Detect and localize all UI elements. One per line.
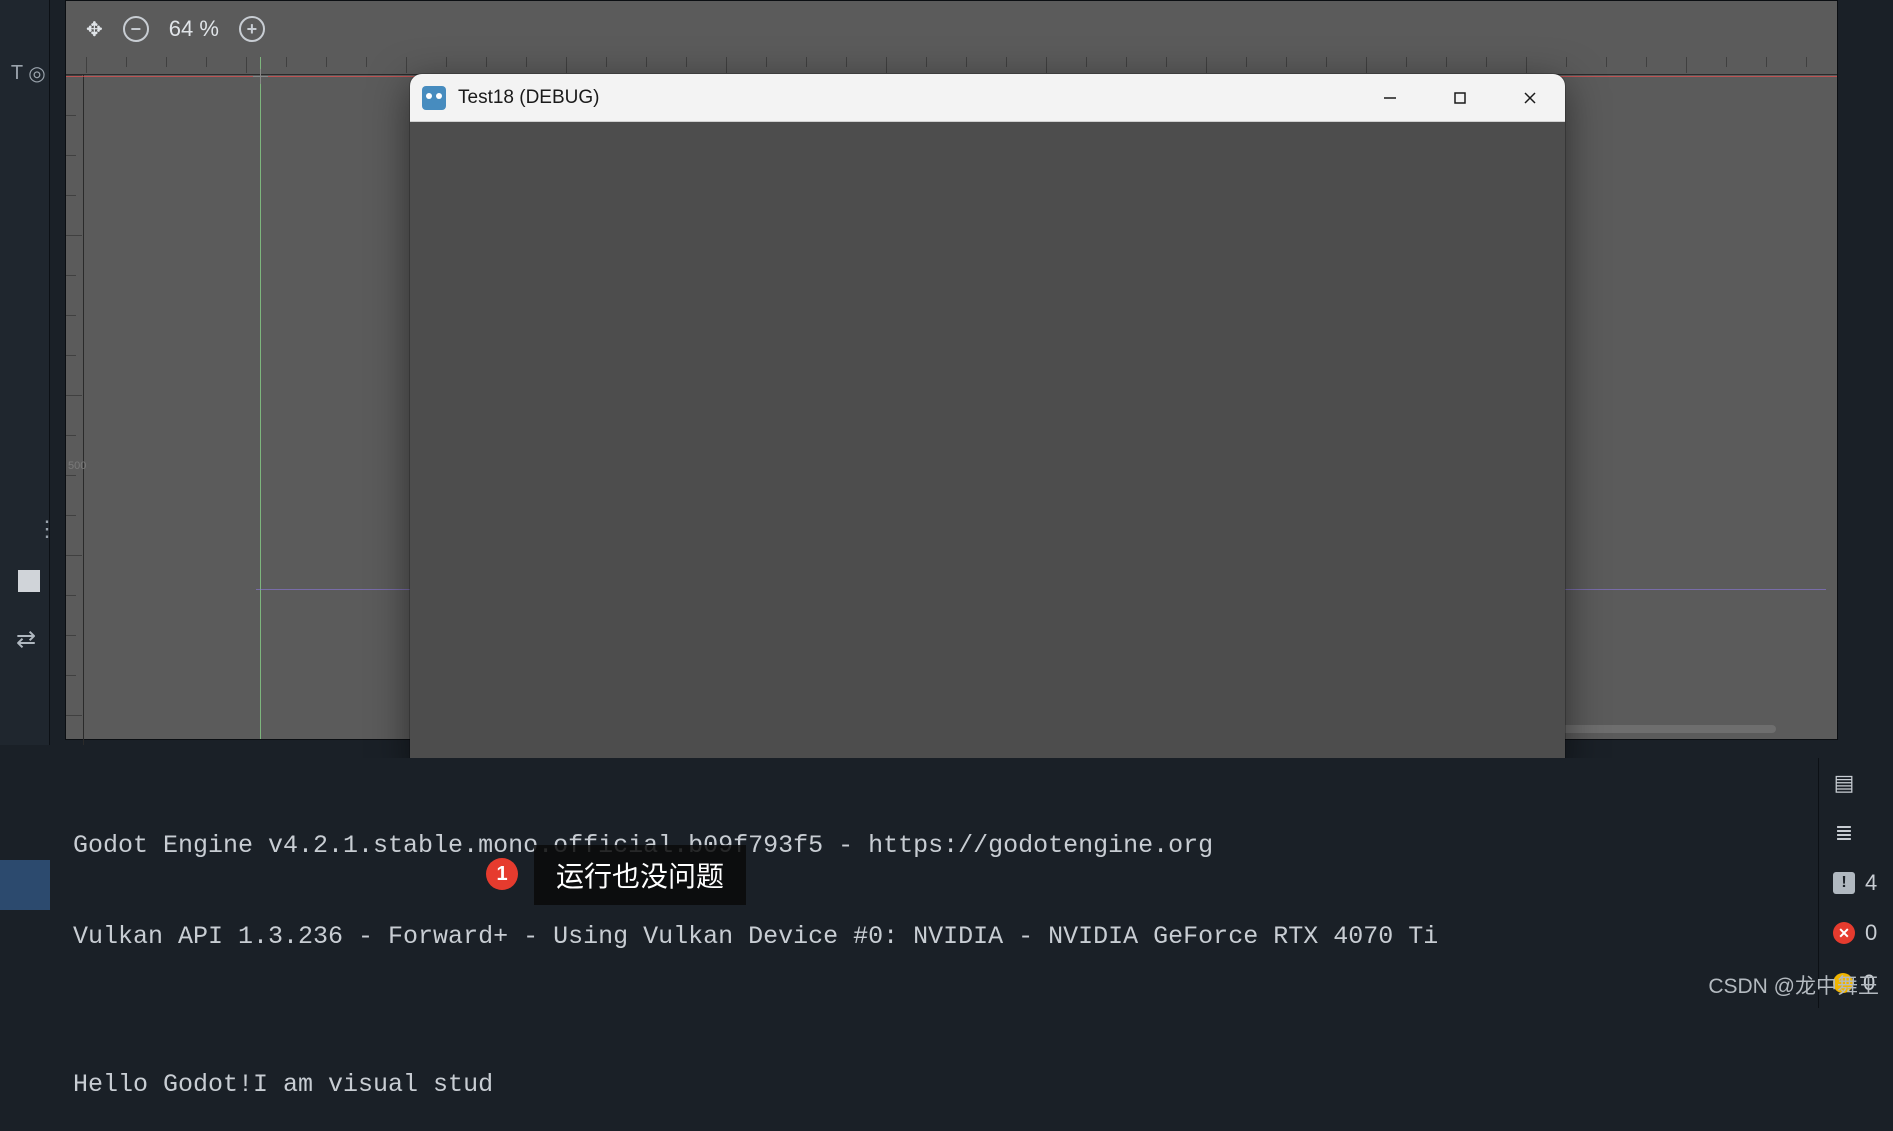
filter-icon-2[interactable]: ≣ bbox=[1819, 808, 1893, 858]
window-control-buttons bbox=[1355, 74, 1565, 122]
more-dots-icon[interactable]: ⋮ bbox=[36, 516, 55, 542]
annotation-number-badge: 1 bbox=[486, 858, 518, 890]
game-debug-window[interactable]: Test18 (DEBUG) bbox=[410, 74, 1565, 774]
warning-count-value: 4 bbox=[1865, 870, 1877, 896]
output-console[interactable]: Godot Engine v4.2.1.stable.mono.official… bbox=[65, 758, 1818, 1008]
filter-icon-1[interactable]: ▤ bbox=[1819, 758, 1893, 808]
stop-icon[interactable] bbox=[18, 570, 40, 592]
game-window-titlebar[interactable]: Test18 (DEBUG) bbox=[410, 74, 1565, 122]
warning-count[interactable]: ! 4 bbox=[1819, 858, 1893, 908]
annotation-bubble: 运行也没问题 bbox=[534, 845, 746, 905]
csdn-watermark: CSDN @龙中舞王 bbox=[1708, 970, 1879, 1000]
origin-cross-icon bbox=[253, 69, 268, 84]
console-line: Hello Godot!I am visual stud bbox=[73, 1069, 1810, 1102]
center-view-icon[interactable]: ✥ bbox=[86, 17, 103, 42]
error-count-value: 0 bbox=[1865, 920, 1877, 946]
connect-icon[interactable]: ⇄ bbox=[16, 625, 36, 654]
guide-vertical[interactable] bbox=[260, 57, 261, 739]
error-icon: ✕ bbox=[1833, 922, 1855, 944]
close-button[interactable] bbox=[1495, 74, 1565, 122]
ruler-horizontal[interactable] bbox=[66, 57, 1837, 75]
console-line: Vulkan API 1.3.236 - Forward+ - Using Vu… bbox=[73, 921, 1810, 954]
maximize-button[interactable] bbox=[1425, 74, 1495, 122]
console-line: Godot Engine v4.2.1.stable.mono.official… bbox=[73, 830, 1810, 863]
tool-target-icon[interactable]: ◎ bbox=[22, 58, 52, 88]
left-selected-item[interactable] bbox=[0, 860, 50, 910]
ruler-vertical[interactable]: 500 bbox=[66, 75, 84, 745]
godot-app-icon bbox=[422, 86, 446, 110]
warning-icon: ! bbox=[1833, 872, 1855, 894]
minimize-button[interactable] bbox=[1355, 74, 1425, 122]
zoom-level-label[interactable]: 64 % bbox=[169, 16, 219, 42]
zoom-out-button[interactable]: − bbox=[123, 16, 149, 42]
ruler-v-label: 500 bbox=[68, 460, 86, 472]
zoom-in-button[interactable]: + bbox=[239, 16, 265, 42]
error-count[interactable]: ✕ 0 bbox=[1819, 908, 1893, 958]
game-window-title: Test18 (DEBUG) bbox=[458, 87, 599, 109]
viewport-toolbar: ✥ − 64 % + bbox=[86, 16, 265, 42]
